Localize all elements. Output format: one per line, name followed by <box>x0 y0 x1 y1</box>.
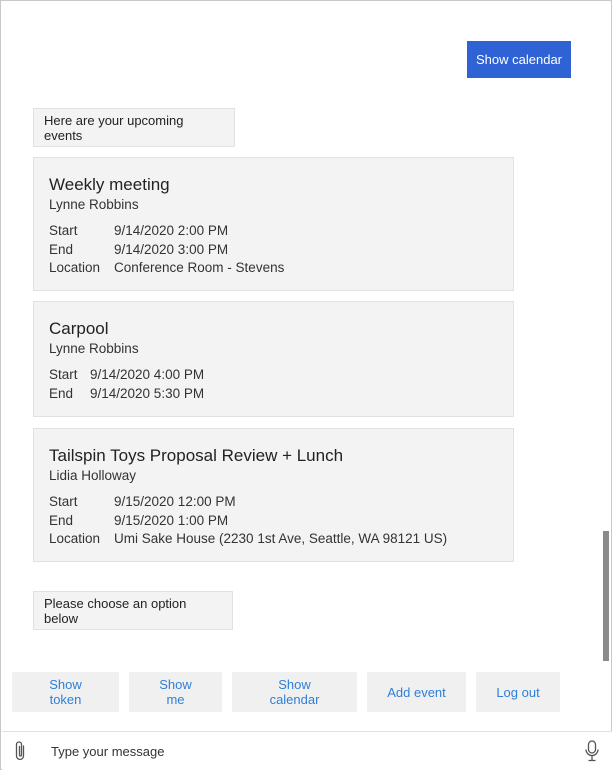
event-card: Carpool Lynne Robbins Start 9/14/2020 4:… <box>33 301 514 417</box>
user-message-bubble: Show calendar <box>467 41 571 78</box>
fact-key: Start <box>49 494 78 509</box>
scrollbar-thumb[interactable] <box>603 531 609 661</box>
event-title: Carpool <box>49 319 109 338</box>
show-calendar-button[interactable]: Show calendar <box>232 672 357 712</box>
fact-value: 9/15/2020 12:00 PM <box>114 494 236 509</box>
show-token-button[interactable]: Show token <box>12 672 119 712</box>
add-event-button[interactable]: Add event <box>367 672 466 712</box>
fact-value: 9/14/2020 2:00 PM <box>114 223 229 238</box>
paperclip-icon[interactable] <box>2 732 38 770</box>
fact-key: Start <box>49 367 78 382</box>
event-title: Tailspin Toys Proposal Review + Lunch <box>49 446 344 465</box>
show-me-button[interactable]: Show me <box>129 672 222 712</box>
fact-key: End <box>49 385 74 401</box>
fact-row: Location Umi Sake House (2230 1st Ave, S… <box>49 530 498 549</box>
fact-row: Start 9/14/2020 2:00 PM <box>49 222 498 241</box>
fact-value: 9/14/2020 3:00 PM <box>114 241 229 257</box>
bot-message-prompt: Please choose an option below <box>33 591 233 630</box>
microphone-icon[interactable] <box>572 732 612 770</box>
message-composer <box>2 731 612 770</box>
fact-value: 9/14/2020 5:30 PM <box>90 385 205 401</box>
message-input[interactable] <box>38 733 572 769</box>
event-card: Tailspin Toys Proposal Review + Lunch Li… <box>33 428 514 562</box>
bot-message-intro: Here are your upcoming events <box>33 108 235 147</box>
fact-row: Start 9/14/2020 4:00 PM <box>49 366 498 385</box>
fact-value: Conference Room - Stevens <box>114 260 285 275</box>
event-card: Weekly meeting Lynne Robbins Start 9/14/… <box>33 157 514 291</box>
fact-value: 9/14/2020 4:00 PM <box>90 367 205 382</box>
fact-row: End 9/14/2020 5:30 PM <box>49 385 498 404</box>
log-out-button[interactable]: Log out <box>476 672 560 712</box>
event-organizer: Lynne Robbins <box>49 341 139 356</box>
fact-key: Location <box>49 531 101 546</box>
event-title: Weekly meeting <box>49 175 170 194</box>
event-organizer: Lidia Holloway <box>49 468 137 483</box>
fact-value: 9/15/2020 1:00 PM <box>114 512 229 528</box>
chat-window: Show calendar Here are your upcoming eve… <box>0 0 612 770</box>
fact-row: End 9/14/2020 3:00 PM <box>49 241 498 260</box>
fact-key: Location <box>49 260 101 275</box>
event-organizer: Lynne Robbins <box>49 197 139 212</box>
fact-row: Location Conference Room - Stevens <box>49 259 498 278</box>
fact-key: End <box>49 241 74 257</box>
fact-row: End 9/15/2020 1:00 PM <box>49 512 498 531</box>
fact-row: Start 9/15/2020 12:00 PM <box>49 493 498 512</box>
fact-key: Start <box>49 223 78 238</box>
fact-value: Umi Sake House (2230 1st Ave, Seattle, W… <box>114 531 448 546</box>
fact-key: End <box>49 512 74 528</box>
suggested-actions: Show token Show me Show calendar Add eve… <box>12 672 560 712</box>
